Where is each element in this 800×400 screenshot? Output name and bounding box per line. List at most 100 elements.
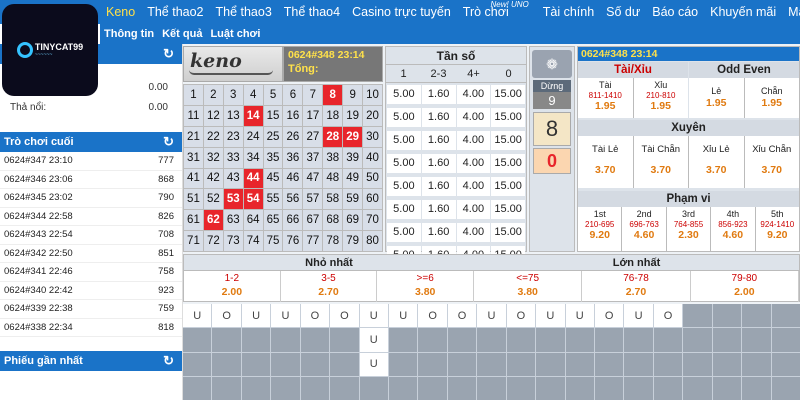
recent-game-row[interactable]: 0624#344 22:58 826 [0,208,182,226]
refresh-icon[interactable]: ↻ [163,44,174,64]
recent-game-total: 923 [158,284,174,296]
frequency-odd[interactable]: 15.00 [491,154,525,173]
road-cell: U [565,304,594,328]
phamvi-cell[interactable]: 1st 210-695 9.20 [578,207,622,251]
nav-item[interactable]: Trò chơi New! UNO [457,0,529,24]
phamvi-range: 696-763 [629,220,659,229]
subnav-item[interactable]: Kết quả [158,28,206,40]
frequency-odd[interactable]: 1.60 [421,131,456,150]
nav-item[interactable]: Keno [100,0,141,24]
recent-game-row[interactable]: 0624#341 22:46 758 [0,263,182,282]
taixiu-odd: 1.95 [595,100,616,112]
nav-item[interactable]: Thể thao4 [278,0,346,24]
subnav-item[interactable]: Thông tin [100,28,158,40]
xuyen-cell[interactable]: Xỉu Lẻ 3.70 [689,136,744,188]
phamvi-title: Phạm vi [578,191,799,207]
oddeven-cells: Lẻ 1.95 Chẵn 1.95 [689,78,799,118]
oddeven-odd: 1.95 [761,97,782,109]
nav-item[interactable]: Thể thao2 [141,0,209,24]
nav-item[interactable]: Báo cáo [646,0,704,24]
subnav-item[interactable]: Luật chơi [206,28,264,40]
refresh-icon[interactable]: ↻ [163,351,174,371]
frequency-odd[interactable]: 15.00 [491,108,525,127]
frequency-odd[interactable]: 4.00 [456,177,491,196]
nav-item[interactable]: Khuyến mãi [704,0,782,24]
number-cell: 48 [323,168,343,189]
frequency-odd[interactable]: 5.00 [387,177,421,196]
phamvi-cell[interactable]: 2nd 696-763 4.60 [622,207,666,251]
road-cell [418,352,447,376]
frequency-odd[interactable]: 4.00 [456,131,491,150]
frequency-odd[interactable]: 4.00 [456,85,491,104]
frequency-odd[interactable]: 4.00 [456,154,491,173]
minmax-cell[interactable]: 76-78 2.70 [582,271,691,302]
road-cell [595,352,624,376]
road-cell: U [389,304,418,328]
oddeven-cell[interactable]: Chẵn 1.95 [744,78,799,118]
frequency-odd[interactable]: 1.60 [421,154,456,173]
frequency-odd[interactable]: 1.60 [421,85,456,104]
frequency-odd[interactable]: 1.60 [421,223,456,242]
minmax-cell[interactable]: <=75 3.80 [474,271,583,302]
frequency-odd[interactable]: 15.00 [491,177,525,196]
nav-item[interactable]: Số dư [600,0,646,24]
frequency-odd[interactable]: 15.00 [491,131,525,150]
recent-game-row[interactable]: 0624#347 23:10 777 [0,152,182,171]
frequency-odd[interactable]: 1.60 [421,177,456,196]
keno-logo-text: keno [190,50,242,72]
frequency-odd[interactable]: 4.00 [456,223,491,242]
recent-game-row[interactable]: 0624#346 23:06 868 [0,171,182,189]
xuyen-cell[interactable]: Tài Lẻ 3.70 [578,136,633,188]
frequency-odd[interactable]: 5.00 [387,154,421,173]
frequency-odd[interactable]: 4.00 [456,200,491,219]
number-cell: 9 [343,85,363,105]
taixiu-title: Tài/Xỉu [578,62,688,78]
phamvi-section: Phạm vi 1st 210-695 9.20 2nd 696-763 4.60 3rd 7… [578,191,799,251]
road-cell: O [212,304,241,328]
frequency-odd[interactable]: 1.60 [421,108,456,127]
xuyen-cell[interactable]: Xỉu Chẵn 3.70 [744,136,799,188]
recent-game-row[interactable]: 0624#339 22:38 759 [0,300,182,319]
frequency-odd[interactable]: 5.00 [387,131,421,150]
frequency-odd[interactable]: 15.00 [491,200,525,219]
minmax-cell[interactable]: >=6 3.80 [377,271,475,302]
nav-item[interactable]: Casino trực tuyến [346,0,457,24]
frequency-col-label: 1 [400,68,407,80]
nav-item[interactable]: Mật Khẩu [782,0,800,24]
road-cell [653,328,683,352]
taixiu-cell[interactable]: Xỉu 210-810 1.95 [633,78,688,118]
oddeven-cell[interactable]: Lẻ 1.95 [689,78,744,118]
frequency-odd[interactable]: 15.00 [491,85,525,104]
nav-item[interactable]: Tài chính [537,0,600,24]
phamvi-cell[interactable]: 5th 924-1410 9.20 [755,207,799,251]
frequency-odd[interactable]: 5.00 [387,108,421,127]
recent-game-row[interactable]: 0624#342 22:50 851 [0,245,182,263]
phamvi-cell[interactable]: 3rd 764-855 2.30 [666,207,711,251]
nav-item[interactable]: Thể thao3 [210,0,278,24]
frequency-odd[interactable]: 5.00 [387,85,421,104]
frequency-odd[interactable]: 5.00 [387,223,421,242]
number-cell: 45 [263,168,283,189]
road-cell: O [418,304,447,328]
recent-game-row[interactable]: 0624#343 22:54 708 [0,226,182,245]
frequency-odd[interactable]: 5.00 [387,200,421,219]
minmax-cell[interactable]: 3-5 2.70 [281,271,378,302]
minmax-cell[interactable]: 1-2 2.00 [184,271,281,302]
recent-game-row[interactable]: 0624#340 22:42 923 [0,282,182,300]
xuyen-odd: 3.70 [595,164,616,176]
lon-nhat-group: Lớn nhất <=75 3.80 76-78 2.70 79-80 2.00 [474,255,799,303]
site-logo[interactable]: TINYCAT99 ~~~~~~ [2,4,98,96]
taixiu-cell[interactable]: Tài 811-1410 1.95 [578,78,633,118]
recent-game-row[interactable]: 0624#345 23:02 790 [0,189,182,208]
xuyen-cell[interactable]: Tài Chẵn 3.70 [633,136,688,188]
recent-game-id: 0624#342 22:50 [4,247,73,259]
frequency-odd[interactable]: 4.00 [456,108,491,127]
minmax-cell[interactable]: 79-80 2.00 [691,271,799,302]
frequency-odd[interactable]: 1.60 [421,200,456,219]
recent-game-row[interactable]: 0624#338 22:34 818 [0,319,182,337]
number-cell: 30 [363,126,382,147]
taixiu-cells: Tài 811-1410 1.95 Xỉu 210-810 1.95 [578,78,688,118]
frequency-odd[interactable]: 15.00 [491,223,525,242]
phamvi-cell[interactable]: 4th 856-923 4.60 [711,207,755,251]
refresh-icon[interactable]: ↻ [163,132,174,152]
